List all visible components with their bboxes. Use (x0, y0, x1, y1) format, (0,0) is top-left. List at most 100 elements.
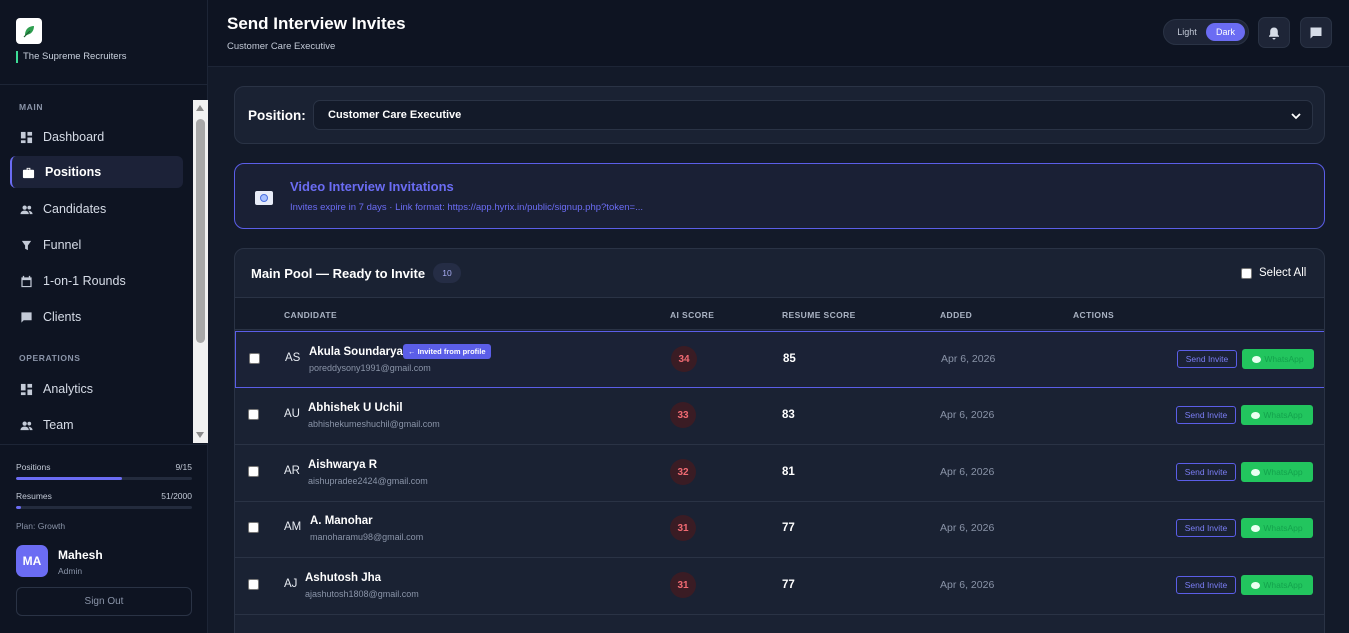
added-date: Apr 6, 2026 (940, 466, 995, 478)
sidebar-item-dashboard[interactable]: Dashboard (10, 121, 183, 153)
whatsapp-button[interactable]: WhatsApp (1241, 405, 1313, 425)
send-invite-button[interactable]: Send Invite (1176, 406, 1236, 424)
table-row[interactable]: AS Akula Soundarya ← Invited from profil… (235, 331, 1324, 388)
usage-resumes: Resumes 51/2000 (16, 491, 192, 501)
divider (0, 444, 208, 445)
whatsapp-icon (1251, 411, 1261, 419)
row-checkbox[interactable] (248, 522, 259, 533)
messages-button[interactable] (1300, 17, 1332, 48)
message-icon (1310, 27, 1322, 38)
notifications-button[interactable] (1258, 17, 1290, 48)
sidebar-item-label: Funnel (43, 238, 82, 252)
ai-score-badge: 33 (670, 402, 696, 428)
app-root: The Supreme Recruiters MAIN Dashboard Po… (0, 0, 1349, 633)
briefcase-icon (21, 165, 35, 179)
main-pool-card: Main Pool — Ready to Invite 10 Select Al… (234, 248, 1325, 633)
sidebar-item-label: Positions (45, 165, 102, 179)
whatsapp-label: WhatsApp (1263, 523, 1303, 533)
candidate-initials: AS (285, 352, 301, 364)
row-checkbox[interactable] (248, 466, 259, 477)
usage-positions: Positions 9/15 (16, 462, 192, 472)
select-all-label: Select All (1259, 267, 1307, 279)
pool-title: Main Pool — Ready to Invite (251, 266, 426, 281)
brand[interactable]: The Supreme Recruiters (16, 18, 126, 63)
resume-score: 77 (782, 579, 795, 591)
candidate-name: Ashutosh Jha (305, 572, 382, 584)
sidebar-item-candidates[interactable]: Candidates (10, 193, 183, 225)
chevron-down-icon (1291, 113, 1301, 120)
invite-info-banner: Video Interview Invitations Invites expi… (234, 163, 1325, 229)
plan-label: Plan: Growth (16, 521, 66, 531)
select-all-checkbox[interactable] (1241, 267, 1252, 279)
avatar[interactable]: MA (16, 545, 48, 577)
analytics-icon (19, 382, 33, 396)
user-name: Mahesh (58, 548, 103, 562)
sidebar-item-label: Clients (43, 310, 82, 324)
scroll-down-arrow-icon[interactable] (196, 432, 204, 438)
usage-resumes-bar (16, 506, 192, 509)
page-subtitle: Customer Care Executive (227, 41, 336, 52)
info-subtitle: Invites expire in 7 days · Link format: … (290, 202, 644, 213)
row-checkbox[interactable] (248, 579, 259, 590)
sidebar-item-positions[interactable]: Positions (10, 156, 183, 188)
sidebar-item-funnel[interactable]: Funnel (10, 229, 183, 261)
table-row[interactable]: AR Aishwarya R aishupradee2424@gmail.com… (235, 445, 1324, 502)
sidebar-item-team[interactable]: Team (10, 409, 183, 441)
theme-dark-option[interactable]: Dark (1206, 23, 1245, 41)
divider (0, 84, 208, 85)
send-invite-button[interactable]: Send Invite (1176, 463, 1236, 481)
theme-toggle[interactable]: Light Dark (1163, 19, 1249, 45)
added-date: Apr 6, 2026 (940, 409, 995, 421)
leaf-logo-icon (23, 26, 34, 38)
header: Send Interview Invites Customer Care Exe… (208, 0, 1349, 67)
ai-score-badge: 31 (670, 572, 696, 598)
position-select[interactable]: Customer Care Executive (313, 100, 1313, 130)
sidebar-scrollbar[interactable] (193, 100, 208, 443)
bell-icon (1269, 27, 1279, 39)
candidate-name: Aishwarya R (308, 459, 378, 471)
theme-light-option[interactable]: Light (1170, 23, 1204, 41)
candidate-name: Abhishek U Uchil (308, 402, 403, 414)
sidebar-item-analytics[interactable]: Analytics (10, 373, 183, 405)
scroll-up-arrow-icon[interactable] (196, 105, 204, 111)
table-row[interactable]: AM A. Manohar manoharamu98@gmail.com 31 … (235, 501, 1324, 558)
table-header: CANDIDATE AI SCORE RESUME SCORE ADDED AC… (235, 297, 1324, 330)
whatsapp-button[interactable]: WhatsApp (1241, 518, 1313, 538)
whatsapp-button[interactable]: WhatsApp (1242, 349, 1314, 369)
position-label: Position: (248, 108, 306, 123)
whatsapp-icon (1252, 355, 1262, 363)
usage-positions-value: 9/15 (175, 462, 192, 472)
sidebar-item-rounds[interactable]: 1-on-1 Rounds (10, 265, 183, 297)
col-resume-score: RESUME SCORE (782, 310, 856, 320)
whatsapp-button[interactable]: WhatsApp (1241, 462, 1313, 482)
users-icon (19, 202, 33, 216)
video-icon (255, 191, 273, 205)
whatsapp-button[interactable]: WhatsApp (1241, 575, 1313, 595)
send-invite-button[interactable]: Send Invite (1176, 576, 1236, 594)
candidate-email: ajashutosh1808@gmail.com (305, 589, 419, 599)
sidebar: The Supreme Recruiters MAIN Dashboard Po… (0, 0, 208, 633)
sidebar-item-clients[interactable]: Clients (10, 301, 183, 333)
brand-name: The Supreme Recruiters (16, 51, 126, 63)
send-invite-button[interactable]: Send Invite (1176, 519, 1236, 537)
candidate-name: Akula Soundarya (309, 346, 403, 358)
invited-from-profile-tag: ← Invited from profile (403, 344, 491, 359)
select-all[interactable]: Select All (1241, 267, 1306, 279)
sign-out-button[interactable]: Sign Out (16, 587, 192, 616)
resume-score: 81 (782, 466, 795, 478)
scroll-thumb[interactable] (196, 119, 205, 343)
candidate-initials: AU (284, 408, 300, 420)
table-row[interactable]: AU Abhishek U Uchil abhishekumeshuchil@g… (235, 388, 1324, 445)
row-checkbox[interactable] (248, 409, 259, 420)
col-added: ADDED (940, 310, 973, 320)
send-invite-button[interactable]: Send Invite (1177, 350, 1237, 368)
whatsapp-icon (1251, 468, 1261, 476)
usage-resumes-value: 51/2000 (161, 491, 192, 501)
usage-positions-fill (16, 477, 122, 480)
pool-count-badge: 10 (433, 263, 461, 283)
row-checkbox[interactable] (249, 353, 260, 364)
usage-positions-label: Positions (16, 462, 51, 472)
sidebar-item-label: Candidates (43, 202, 107, 216)
table-row[interactable]: AJ Ashutosh Jha ajashutosh1808@gmail.com… (235, 558, 1324, 615)
whatsapp-icon (1251, 524, 1261, 532)
